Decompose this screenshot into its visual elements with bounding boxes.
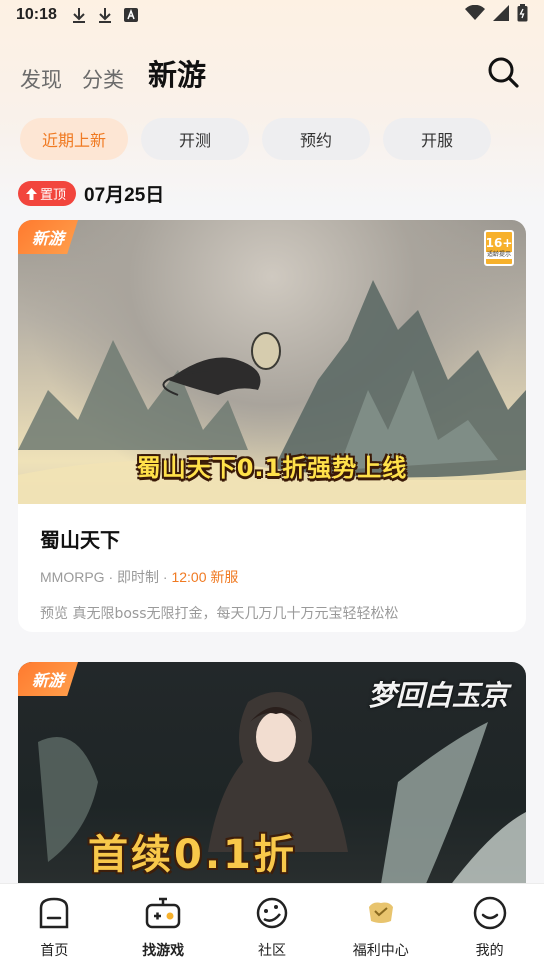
tab-category[interactable]: 分类: [82, 64, 124, 94]
game-meta: MMORPG · 即时制 · 12:00 新服: [40, 567, 504, 587]
game-banner[interactable]: 新游 梦回白玉京 首续0.1折: [18, 662, 526, 902]
age-rating-badge: 16+ 适龄提示: [484, 230, 514, 266]
search-icon[interactable]: [486, 55, 520, 89]
tab-new-games[interactable]: 新游: [148, 52, 206, 94]
chip-test-open[interactable]: 开测: [141, 118, 249, 160]
section-header: 置顶 07月25日: [18, 180, 164, 207]
nav-label: 社区: [257, 943, 286, 959]
nav-label: 我的: [475, 943, 504, 959]
nav-home[interactable]: 首页: [9, 894, 99, 968]
chip-recent-new[interactable]: 近期上新: [20, 118, 128, 160]
game-mode: 即时制: [117, 569, 160, 585]
top-tabs: 发现 分类 新游: [20, 52, 206, 94]
gamepad-icon: [144, 894, 182, 932]
meta-separator: ·: [108, 569, 118, 585]
notification-a-icon: [123, 7, 139, 23]
game-banner[interactable]: 新游 16+ 适龄提示 蜀山天下0.1折强势上线: [18, 220, 526, 504]
age-rating-value: 16+: [485, 236, 513, 251]
battery-icon: [517, 4, 528, 26]
game-title[interactable]: 蜀山天下: [40, 524, 504, 553]
pin-label: 置顶: [40, 188, 67, 203]
nav-find-game[interactable]: 找游戏: [118, 894, 208, 968]
filter-chips: 近期上新 开测 预约 开服: [20, 118, 491, 160]
nav-label: 福利中心: [352, 943, 409, 959]
game-card[interactable]: 新游 梦回白玉京 首续0.1折: [18, 662, 526, 902]
status-time: 10:18: [16, 6, 57, 23]
home-icon: [35, 894, 73, 932]
server-open-time: 12:00 新服: [171, 569, 239, 585]
game-logo: 梦回白玉京: [367, 679, 508, 712]
banner-slogan: 首续0.1折: [88, 832, 297, 878]
status-bar: 10:18: [0, 0, 544, 30]
community-icon: [253, 894, 291, 932]
bottom-navigation: 首页 找游戏 社区 福利中心 我的: [0, 883, 544, 968]
signal-icon: [493, 5, 509, 25]
download-icon: [97, 7, 113, 23]
game-genre: MMORPG: [40, 569, 105, 585]
profile-icon: [471, 894, 509, 932]
age-rating-sub: 适龄提示: [486, 251, 512, 259]
nav-profile[interactable]: 我的: [445, 894, 535, 968]
banner-slogan: 蜀山天下0.1折强势上线: [136, 454, 408, 482]
game-card[interactable]: 新游 16+ 适龄提示 蜀山天下0.1折强势上线 蜀山天下 MMORPG · 即…: [18, 220, 526, 632]
wifi-icon: [465, 4, 485, 25]
gift-icon: [362, 894, 400, 932]
tab-discover[interactable]: 发现: [20, 64, 62, 94]
nav-community[interactable]: 社区: [227, 894, 317, 968]
download-icon: [71, 7, 87, 23]
game-description: 预览 真无限boss无限打金，每天几万几十万元宝轻轻松松: [40, 606, 399, 622]
header-background: [0, 0, 544, 210]
pin-badge: 置顶: [18, 181, 77, 206]
chip-server-open[interactable]: 开服: [383, 118, 491, 160]
nav-label: 首页: [40, 943, 69, 959]
section-date: 07月25日: [84, 185, 165, 206]
nav-welfare-center[interactable]: 福利中心: [336, 894, 426, 968]
chip-reserve[interactable]: 预约: [262, 118, 370, 160]
pin-icon: [26, 187, 37, 200]
nav-label: 找游戏: [142, 943, 185, 959]
